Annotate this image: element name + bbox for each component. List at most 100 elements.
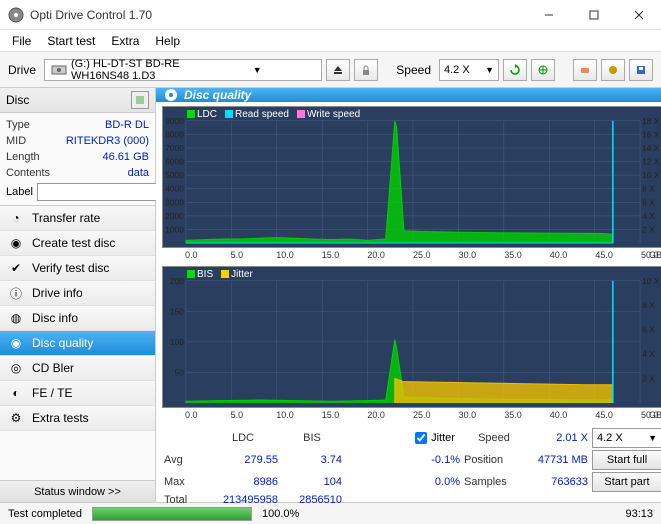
svg-text:16 X: 16 X: [642, 131, 660, 140]
quality-icon: ◉: [8, 335, 24, 351]
erase-button[interactable]: [573, 59, 597, 81]
speed-selector[interactable]: 4.2 X ▼: [439, 59, 499, 81]
nav-create-test-disc[interactable]: ◉Create test disc: [0, 231, 155, 256]
app-icon: [8, 7, 24, 23]
menubar: File Start test Extra Help: [0, 30, 661, 52]
disc-panel: Disc TypeBD-R DL MIDRITEKDR3 (000) Lengt…: [0, 88, 155, 206]
svg-text:2000: 2000: [165, 212, 184, 221]
disc-label-label: Label: [6, 186, 33, 198]
nav-transfer-rate[interactable]: ◔Transfer rate: [0, 206, 155, 231]
close-button[interactable]: [616, 0, 661, 30]
nav-list: ◔Transfer rate ◉Create test disc ✔Verify…: [0, 206, 155, 431]
drive-text: (G:) HL-DT-ST BD-RE WH16NS48 1.D3: [71, 58, 195, 82]
ldc-chart: LDC Read speed Write speed 1000 2000 3000 4…: [162, 106, 661, 248]
stats-panel: LDC BIS Jitter Speed 2.01 X 4.2 X▼ Avg 2…: [156, 426, 661, 510]
detect-button[interactable]: [531, 59, 555, 81]
chart2-x-axis: 0.05.010.015.020.025.030.035.040.045.050…: [162, 410, 661, 424]
svg-text:2 X: 2 X: [642, 226, 655, 235]
svg-text:200: 200: [170, 277, 184, 286]
avg-label: Avg: [164, 454, 204, 466]
svg-text:5000: 5000: [165, 171, 184, 180]
jitter-checkbox[interactable]: [415, 432, 427, 444]
samples-label: Samples: [464, 476, 524, 488]
tools-button[interactable]: [601, 59, 625, 81]
menu-extra[interactable]: Extra: [103, 32, 147, 50]
svg-text:50: 50: [175, 369, 185, 378]
toolbar: Drive (G:) HL-DT-ST BD-RE WH16NS48 1.D3 …: [0, 52, 661, 88]
chart1-legend: LDC Read speed Write speed: [187, 109, 360, 120]
drive-label: Drive: [8, 63, 36, 77]
chart2-legend: BIS Jitter: [187, 269, 253, 280]
speed-combo[interactable]: 4.2 X▼: [592, 428, 661, 448]
extra-icon: ⚙: [8, 410, 24, 426]
nav-verify-test-disc[interactable]: ✔Verify test disc: [0, 256, 155, 281]
samples-value: 763633: [528, 476, 588, 488]
menu-help[interactable]: Help: [147, 32, 188, 50]
content: Disc quality LDC Read speed Write speed …: [156, 88, 661, 502]
nav-cd-bler[interactable]: ◎CD Bler: [0, 356, 155, 381]
svg-text:4000: 4000: [165, 185, 184, 194]
content-header: Disc quality: [156, 88, 661, 102]
nav-disc-info[interactable]: ◍Disc info: [0, 306, 155, 331]
type-value: BD-R DL: [105, 117, 149, 133]
minimize-button[interactable]: [526, 0, 571, 30]
speed-value: 4.2 X: [444, 64, 470, 76]
refresh-button[interactable]: [503, 59, 527, 81]
svg-text:8 X: 8 X: [642, 185, 655, 194]
chevron-down-icon: ▼: [485, 65, 494, 75]
avg-bis: 3.74: [282, 454, 342, 466]
chevron-down-icon: ▼: [648, 433, 657, 443]
total-label: Total: [164, 494, 204, 506]
disc-config-button[interactable]: [131, 91, 149, 109]
save-button[interactable]: [629, 59, 653, 81]
eject-button[interactable]: [326, 59, 350, 81]
bler-icon: ◎: [8, 360, 24, 376]
svg-text:6000: 6000: [165, 158, 184, 167]
menu-file[interactable]: File: [4, 32, 39, 50]
svg-text:18 X: 18 X: [642, 117, 660, 126]
svg-text:2 X: 2 X: [642, 375, 655, 384]
max-jitter: 0.0%: [410, 476, 460, 488]
svg-text:1000: 1000: [165, 226, 184, 235]
svg-text:12 X: 12 X: [642, 158, 660, 167]
nav-fe-te[interactable]: ◐FE / TE: [0, 381, 155, 406]
nav-extra-tests[interactable]: ⚙Extra tests: [0, 406, 155, 431]
start-part-button[interactable]: Start part: [592, 472, 661, 492]
svg-text:150: 150: [170, 308, 184, 317]
nav-drive-info[interactable]: ⓘDrive info: [0, 281, 155, 306]
total-ldc: 213495958: [208, 494, 278, 506]
avg-ldc: 279.55: [208, 454, 278, 466]
nav-disc-quality[interactable]: ◉Disc quality: [0, 331, 155, 356]
contents-value: data: [128, 165, 149, 181]
max-ldc: 8986: [208, 476, 278, 488]
svg-text:4 X: 4 X: [642, 350, 655, 359]
status-message: Test completed: [8, 508, 82, 520]
speed-label: Speed: [464, 432, 524, 444]
disc-header: Disc: [0, 88, 155, 113]
bis-chart: BIS Jitter 501001502002 X4 X6 X8 X10 X: [162, 266, 661, 408]
quality-icon: [164, 88, 178, 102]
type-label: Type: [6, 117, 30, 133]
status-window-button[interactable]: Status window >>: [0, 480, 155, 502]
menu-start-test[interactable]: Start test: [39, 32, 103, 50]
svg-text:4 X: 4 X: [642, 212, 655, 221]
speed-label: Speed: [396, 63, 431, 77]
disc-icon: ◉: [8, 235, 24, 251]
maximize-button[interactable]: [571, 0, 616, 30]
length-label: Length: [6, 149, 40, 165]
svg-text:3000: 3000: [165, 198, 184, 207]
svg-text:14 X: 14 X: [642, 144, 660, 153]
disc-info-icon: ◍: [8, 310, 24, 326]
svg-text:10 X: 10 X: [642, 171, 660, 180]
position-value: 47731 MB: [528, 454, 588, 466]
fe-te-icon: ◐: [8, 385, 24, 401]
window-title: Opti Drive Control 1.70: [30, 8, 526, 22]
svg-text:6 X: 6 X: [642, 326, 655, 335]
svg-text:6 X: 6 X: [642, 198, 655, 207]
disc-info: TypeBD-R DL MIDRITEKDR3 (000) Length46.6…: [0, 113, 155, 205]
start-full-button[interactable]: Start full: [592, 450, 661, 470]
chart1-x-axis: 0.05.010.015.020.025.030.035.040.045.050…: [162, 250, 661, 264]
drive-selector[interactable]: (G:) HL-DT-ST BD-RE WH16NS48 1.D3 ▼: [44, 59, 322, 81]
lock-button[interactable]: [354, 59, 378, 81]
total-bis: 2856510: [282, 494, 342, 506]
